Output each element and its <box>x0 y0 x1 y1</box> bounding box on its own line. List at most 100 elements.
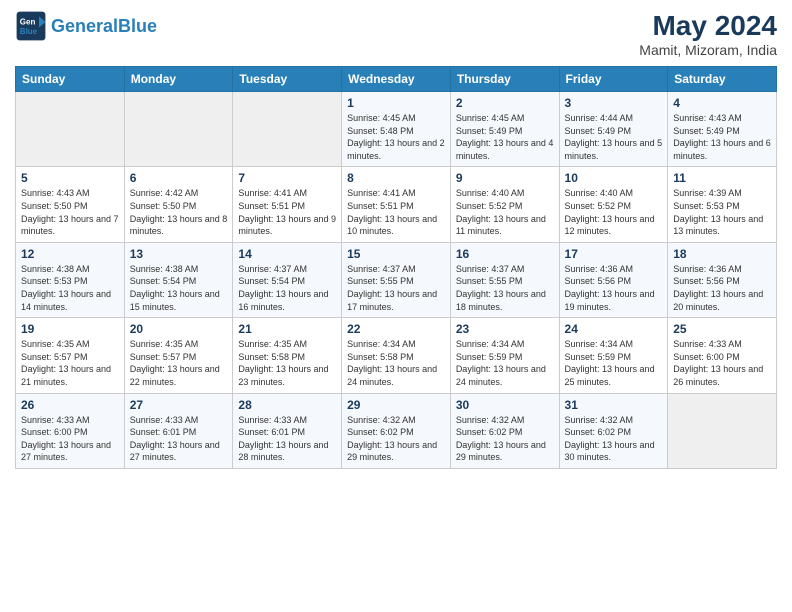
day-info: Sunrise: 4:35 AMSunset: 5:57 PMDaylight:… <box>130 338 228 388</box>
day-cell-1-5: 2 Sunrise: 4:45 AMSunset: 5:49 PMDaylight… <box>450 92 559 167</box>
day-cell-3-2: 13Sunrise: 4:38 AMSunset: 5:54 PMDayligh… <box>124 242 233 317</box>
day-cell-1-3 <box>233 92 342 167</box>
day-info: Sunrise: 4:33 AMSunset: 6:00 PMDaylight:… <box>21 414 119 464</box>
day-number: 24 <box>565 322 663 336</box>
day-number: 27 <box>130 398 228 412</box>
day-cell-2-5: 9Sunrise: 4:40 AMSunset: 5:52 PMDaylight… <box>450 167 559 242</box>
day-number: 22 <box>347 322 445 336</box>
day-cell-5-4: 29 Sunrise: 4:32 AMSunset: 6:02 PMDayligh… <box>342 393 451 468</box>
header-monday: Monday <box>124 67 233 92</box>
day-cell-4-7: 25Sunrise: 4:33 AMSunset: 6:00 PMDayligh… <box>668 318 777 393</box>
day-number: 11 <box>673 171 771 185</box>
day-number: 31 <box>565 398 663 412</box>
day-info: Sunrise: 4:41 AMSunset: 5:51 PMDaylight:… <box>347 187 445 237</box>
day-number: 23 <box>456 322 554 336</box>
day-info: Sunrise: 4:35 AMSunset: 5:58 PMDaylight:… <box>238 338 336 388</box>
day-cell-4-4: 22 Sunrise: 4:34 AMSunset: 5:58 PMDayligh… <box>342 318 451 393</box>
day-number: 15 <box>347 247 445 261</box>
calendar-subtitle: Mamit, Mizoram, India <box>639 42 777 58</box>
day-info: Sunrise: 4:37 AMSunset: 5:55 PMDaylight:… <box>456 263 554 313</box>
day-cell-2-3: 7Sunrise: 4:41 AMSunset: 5:51 PMDaylight… <box>233 167 342 242</box>
day-number: 16 <box>456 247 554 261</box>
day-info: Sunrise: 4:33 AMSunset: 6:00 PMDaylight:… <box>673 338 771 388</box>
day-number: 4 <box>673 96 771 110</box>
day-info: Sunrise: 4:41 AMSunset: 5:51 PMDaylight:… <box>238 187 336 237</box>
header-wednesday: Wednesday <box>342 67 451 92</box>
week-row-2: 5Sunrise: 4:43 AMSunset: 5:50 PMDaylight… <box>16 167 777 242</box>
day-info: Sunrise: 4:33 AMSunset: 6:01 PMDaylight:… <box>238 414 336 464</box>
page: Gen Blue GeneralBlue May 2024 Mamit, Miz… <box>0 0 792 612</box>
day-number: 21 <box>238 322 336 336</box>
day-info: Sunrise: 4:32 AMSunset: 6:02 PMDaylight:… <box>347 414 445 464</box>
header: Gen Blue GeneralBlue May 2024 Mamit, Miz… <box>15 10 777 58</box>
day-info: Sunrise: 4:43 AMSunset: 5:49 PMDaylight:… <box>673 112 771 162</box>
day-cell-1-1 <box>16 92 125 167</box>
week-row-4: 19 Sunrise: 4:35 AMSunset: 5:57 PMDayligh… <box>16 318 777 393</box>
day-info: Sunrise: 4:38 AMSunset: 5:53 PMDaylight:… <box>21 263 119 313</box>
day-info: Sunrise: 4:32 AMSunset: 6:02 PMDaylight:… <box>456 414 554 464</box>
day-cell-3-6: 17Sunrise: 4:36 AMSunset: 5:56 PMDayligh… <box>559 242 668 317</box>
day-number: 2 <box>456 96 554 110</box>
day-cell-3-5: 16 Sunrise: 4:37 AMSunset: 5:55 PMDayligh… <box>450 242 559 317</box>
day-cell-2-2: 6 Sunrise: 4:42 AMSunset: 5:50 PMDaylight… <box>124 167 233 242</box>
day-cell-1-4: 1Sunrise: 4:45 AMSunset: 5:48 PMDaylight… <box>342 92 451 167</box>
day-info: Sunrise: 4:37 AMSunset: 5:55 PMDaylight:… <box>347 263 445 313</box>
day-info: Sunrise: 4:34 AMSunset: 5:58 PMDaylight:… <box>347 338 445 388</box>
day-cell-5-5: 30 Sunrise: 4:32 AMSunset: 6:02 PMDayligh… <box>450 393 559 468</box>
day-cell-4-5: 23 Sunrise: 4:34 AMSunset: 5:59 PMDayligh… <box>450 318 559 393</box>
day-info: Sunrise: 4:39 AMSunset: 5:53 PMDaylight:… <box>673 187 771 237</box>
day-info: Sunrise: 4:32 AMSunset: 6:02 PMDaylight:… <box>565 414 663 464</box>
day-cell-4-2: 20 Sunrise: 4:35 AMSunset: 5:57 PMDayligh… <box>124 318 233 393</box>
day-number: 12 <box>21 247 119 261</box>
header-tuesday: Tuesday <box>233 67 342 92</box>
logo: Gen Blue GeneralBlue <box>15 10 157 42</box>
day-cell-4-3: 21 Sunrise: 4:35 AMSunset: 5:58 PMDayligh… <box>233 318 342 393</box>
header-saturday: Saturday <box>668 67 777 92</box>
day-cell-5-1: 26 Sunrise: 4:33 AMSunset: 6:00 PMDayligh… <box>16 393 125 468</box>
day-cell-3-1: 12 Sunrise: 4:38 AMSunset: 5:53 PMDayligh… <box>16 242 125 317</box>
day-number: 14 <box>238 247 336 261</box>
header-thursday: Thursday <box>450 67 559 92</box>
generalblue-logo-icon: Gen Blue <box>15 10 47 42</box>
week-row-5: 26 Sunrise: 4:33 AMSunset: 6:00 PMDayligh… <box>16 393 777 468</box>
day-info: Sunrise: 4:40 AMSunset: 5:52 PMDaylight:… <box>565 187 663 237</box>
day-cell-2-4: 8 Sunrise: 4:41 AMSunset: 5:51 PMDaylight… <box>342 167 451 242</box>
day-number: 13 <box>130 247 228 261</box>
week-row-3: 12 Sunrise: 4:38 AMSunset: 5:53 PMDayligh… <box>16 242 777 317</box>
calendar-title: May 2024 <box>639 10 777 42</box>
day-info: Sunrise: 4:37 AMSunset: 5:54 PMDaylight:… <box>238 263 336 313</box>
day-cell-5-2: 27Sunrise: 4:33 AMSunset: 6:01 PMDayligh… <box>124 393 233 468</box>
day-number: 10 <box>565 171 663 185</box>
logo-general: General <box>51 16 118 36</box>
day-number: 18 <box>673 247 771 261</box>
title-block: May 2024 Mamit, Mizoram, India <box>639 10 777 58</box>
day-number: 28 <box>238 398 336 412</box>
day-number: 26 <box>21 398 119 412</box>
calendar-table: Sunday Monday Tuesday Wednesday Thursday… <box>15 66 777 469</box>
day-info: Sunrise: 4:36 AMSunset: 5:56 PMDaylight:… <box>565 263 663 313</box>
day-cell-2-7: 11 Sunrise: 4:39 AMSunset: 5:53 PMDayligh… <box>668 167 777 242</box>
day-info: Sunrise: 4:42 AMSunset: 5:50 PMDaylight:… <box>130 187 228 237</box>
day-number: 8 <box>347 171 445 185</box>
day-cell-2-6: 10 Sunrise: 4:40 AMSunset: 5:52 PMDayligh… <box>559 167 668 242</box>
day-info: Sunrise: 4:45 AMSunset: 5:49 PMDaylight:… <box>456 112 554 162</box>
day-cell-3-7: 18 Sunrise: 4:36 AMSunset: 5:56 PMDayligh… <box>668 242 777 317</box>
logo-text: GeneralBlue <box>51 17 157 35</box>
header-sunday: Sunday <box>16 67 125 92</box>
day-number: 20 <box>130 322 228 336</box>
day-number: 29 <box>347 398 445 412</box>
day-number: 6 <box>130 171 228 185</box>
day-number: 3 <box>565 96 663 110</box>
day-info: Sunrise: 4:35 AMSunset: 5:57 PMDaylight:… <box>21 338 119 388</box>
day-cell-5-3: 28 Sunrise: 4:33 AMSunset: 6:01 PMDayligh… <box>233 393 342 468</box>
day-info: Sunrise: 4:34 AMSunset: 5:59 PMDaylight:… <box>456 338 554 388</box>
day-cell-3-3: 14 Sunrise: 4:37 AMSunset: 5:54 PMDayligh… <box>233 242 342 317</box>
day-number: 19 <box>21 322 119 336</box>
day-number: 30 <box>456 398 554 412</box>
day-number: 9 <box>456 171 554 185</box>
day-cell-4-1: 19 Sunrise: 4:35 AMSunset: 5:57 PMDayligh… <box>16 318 125 393</box>
svg-text:Gen: Gen <box>20 17 36 26</box>
logo-blue: Blue <box>118 16 157 36</box>
day-info: Sunrise: 4:36 AMSunset: 5:56 PMDaylight:… <box>673 263 771 313</box>
day-cell-4-6: 24Sunrise: 4:34 AMSunset: 5:59 PMDayligh… <box>559 318 668 393</box>
